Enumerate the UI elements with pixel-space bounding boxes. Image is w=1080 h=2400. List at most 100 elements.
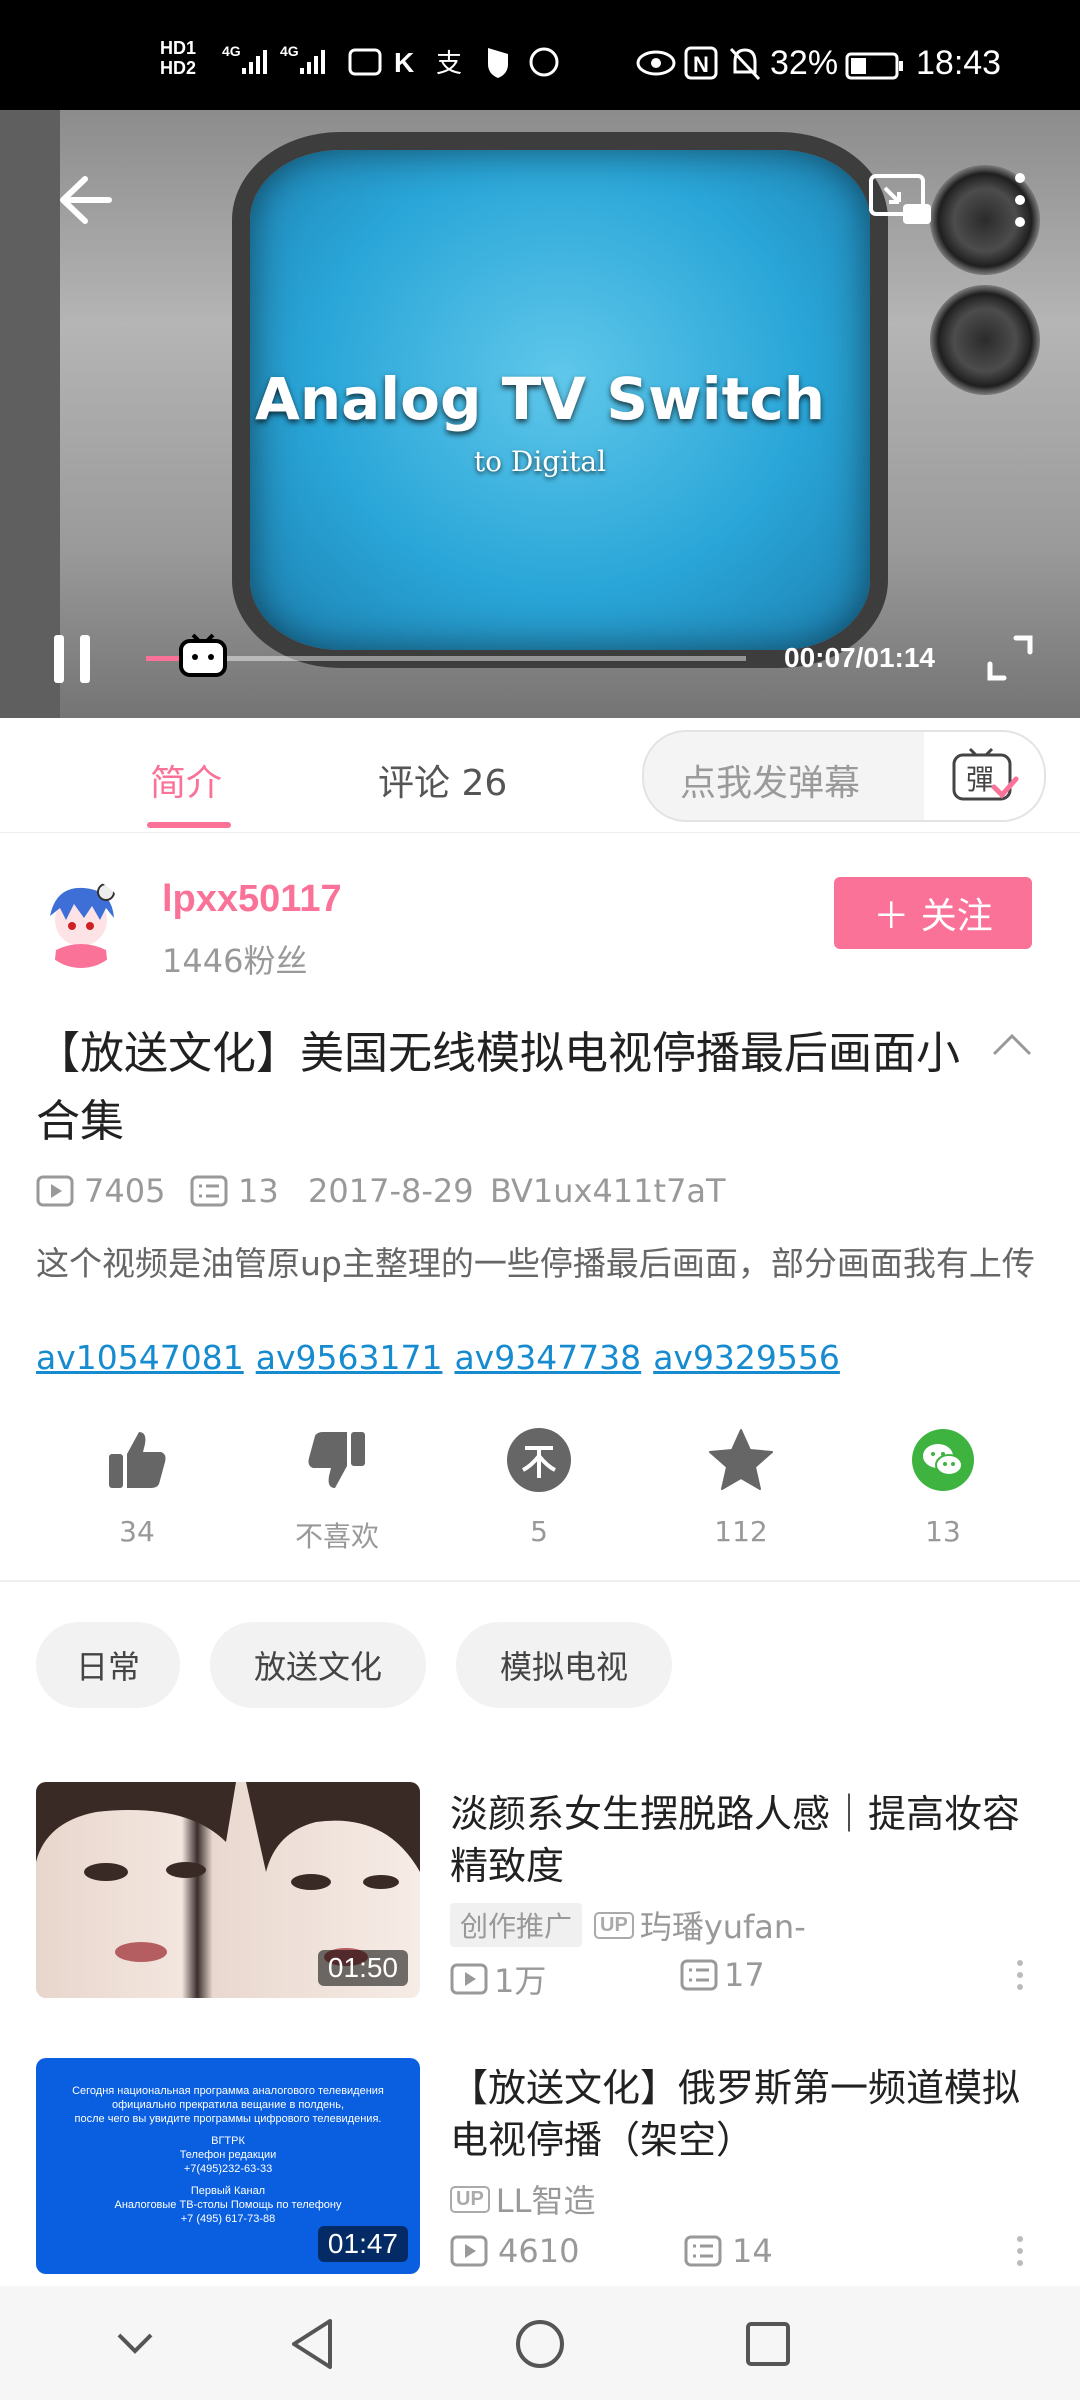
svg-text:N: N — [693, 52, 709, 77]
video-frame-subtitle: to Digital — [473, 445, 607, 478]
danmaku-placeholder: 点我发弹幕 — [680, 763, 861, 804]
share-count: 13 — [925, 1515, 961, 1548]
favorite-count: 112 — [714, 1515, 768, 1548]
play-count-icon — [450, 1963, 488, 1995]
views-text: 1万 — [494, 1962, 547, 2000]
publish-date: 2017-8-29 — [308, 1172, 474, 1210]
star-icon — [709, 1429, 773, 1490]
more-options-button[interactable] — [990, 160, 1050, 240]
chevron-up-icon — [992, 1033, 1032, 1056]
related-danmaku: 14 — [684, 2232, 773, 2270]
square-recents-icon — [746, 2322, 790, 2366]
related-uploader[interactable]: UP LL智造 — [450, 2176, 595, 2222]
up-badge: UP — [450, 2185, 490, 2213]
svg-text:K: K — [394, 47, 414, 78]
danmaku-count: 13 — [190, 1172, 279, 1210]
battery-percent: 32% — [770, 44, 839, 82]
share-button[interactable]: 13 — [868, 1425, 1018, 1548]
view-count-text: 7405 — [84, 1172, 166, 1210]
related-uploader[interactable]: 创作推广 UP 玙璠yufan- — [450, 1902, 806, 1948]
video-player[interactable]: Analog TV Switch to Digital 00:07/01:14 — [0, 110, 1080, 718]
coin-button[interactable]: 5 — [464, 1425, 614, 1548]
video-frame-title: Analog TV Switch — [254, 365, 826, 433]
time-readout: 00:07/01:14 — [784, 642, 936, 673]
av-link[interactable]: av9329556 — [653, 1338, 840, 1377]
tag-broadcast-culture[interactable]: 放送文化 — [210, 1622, 426, 1708]
svg-text:4G: 4G — [280, 43, 299, 59]
coin-count: 5 — [530, 1515, 548, 1548]
av-link[interactable]: av10547081 — [36, 1338, 244, 1377]
like-button[interactable]: 34 — [62, 1425, 212, 1548]
status-bar: HD1 HD2 4G 4G K 支 N 32% 18:43 — [0, 0, 1080, 110]
av-link[interactable]: av9563171 — [256, 1338, 443, 1377]
back-button[interactable] — [40, 155, 130, 245]
uploader-name[interactable]: lpxx50117 — [162, 878, 342, 921]
circle-home-icon — [516, 2320, 564, 2368]
chevron-down-icon — [117, 2333, 153, 2354]
eye-icon — [636, 50, 676, 80]
mute-bell-icon — [728, 46, 762, 86]
danmaku-count-icon — [190, 1175, 228, 1207]
nav-recents-button[interactable] — [728, 2304, 808, 2384]
fan-count: 1446粉丝 — [162, 942, 308, 980]
danmaku-count-icon — [680, 1959, 718, 1991]
triangle-back-icon — [292, 2319, 332, 2369]
wechat-icon — [912, 1429, 974, 1491]
progress-handle[interactable] — [175, 626, 231, 682]
avatar[interactable] — [36, 878, 126, 968]
up-badge: UP — [594, 1911, 634, 1939]
related-thumbnail[interactable]: Сегодня национальная программа аналогово… — [36, 2058, 420, 2274]
clock: 18:43 — [916, 44, 1002, 82]
cast-button[interactable] — [860, 160, 940, 240]
fullscreen-button[interactable] — [980, 628, 1040, 688]
fullscreen-icon — [987, 635, 1033, 681]
danmaku-icon-text: 彈 — [966, 763, 994, 796]
divider — [0, 1580, 1080, 1582]
app-notification-icons: K 支 — [348, 44, 568, 84]
more-options-button[interactable] — [1015, 1960, 1025, 1996]
views-text: 4610 — [498, 2232, 580, 2270]
favorite-button[interactable]: 112 — [666, 1425, 816, 1548]
battery-icon — [845, 52, 905, 84]
thumbs-down-icon — [308, 1432, 365, 1488]
cast-icon — [869, 174, 931, 224]
pause-button[interactable] — [40, 622, 104, 696]
more-vertical-icon — [1015, 173, 1025, 227]
danmaku-count-icon — [684, 2235, 722, 2267]
svg-text:支: 支 — [436, 49, 462, 79]
nav-home-button[interactable] — [500, 2304, 580, 2384]
danmaku-toggle-button[interactable]: 彈 — [924, 732, 1044, 820]
av-link[interactable]: av9347738 — [454, 1338, 641, 1377]
related-views: 1万 — [450, 1956, 546, 2002]
danmaku-input[interactable]: 点我发弹幕 彈 — [642, 730, 1046, 822]
collapse-button[interactable] — [990, 1030, 1040, 1070]
signal-icon: 4G 4G — [222, 40, 342, 84]
related-title[interactable]: 淡颜系女生摆脱路人感｜提高妆容精致度 — [450, 1788, 1050, 1892]
nav-back-button[interactable] — [272, 2304, 352, 2384]
danmaku-icon: 彈 — [952, 747, 1019, 801]
progress-bar[interactable] — [146, 656, 746, 661]
related-title[interactable]: 【放送文化】俄罗斯第一频道模拟电视停播（架空） — [450, 2062, 1050, 2166]
tab-comments[interactable]: 评论 26 — [378, 754, 507, 806]
follow-button[interactable]: ＋ 关注 — [834, 877, 1032, 949]
duration-badge: 01:50 — [317, 1950, 408, 1986]
nfc-icon: N — [684, 46, 718, 84]
promo-badge: 创作推广 — [450, 1903, 583, 1947]
thumbnail-text: Сегодня национальная программа аналогово… — [72, 2085, 384, 2225]
tag-daily[interactable]: 日常 — [36, 1622, 180, 1708]
view-count: 7405 — [36, 1172, 165, 1210]
tab-intro[interactable]: 简介 — [150, 754, 222, 806]
related-views: 4610 — [450, 2232, 579, 2270]
nav-collapse-button[interactable] — [100, 2308, 170, 2378]
related-thumbnail[interactable]: 01:50 — [36, 1782, 420, 1998]
danmaku-text: 14 — [732, 2232, 773, 2270]
tag-analog-tv[interactable]: 模拟电视 — [456, 1622, 672, 1708]
dislike-button[interactable]: 不喜欢 — [262, 1425, 412, 1555]
like-count: 34 — [119, 1515, 155, 1548]
thumbs-up-icon — [109, 1432, 166, 1488]
play-count-icon — [36, 1175, 74, 1207]
more-options-button[interactable] — [1015, 2236, 1025, 2272]
play-count-icon — [450, 2235, 488, 2267]
uploader-name-text: LL智造 — [495, 2182, 596, 2220]
svg-text:4G: 4G — [222, 43, 241, 59]
